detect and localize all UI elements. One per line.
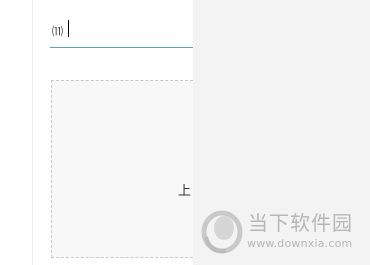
upload-label: 上: [178, 184, 192, 199]
watermark-url: www.downxia.com: [247, 237, 353, 250]
upload-drop-zone[interactable]: [51, 80, 193, 258]
watermark-brand: 当下软件园: [248, 211, 353, 235]
text-caret: [68, 20, 69, 37]
text-input-field[interactable]: ⑾: [50, 14, 193, 48]
input-value: ⑾: [52, 25, 63, 38]
downxia-logo-icon: [201, 210, 243, 254]
